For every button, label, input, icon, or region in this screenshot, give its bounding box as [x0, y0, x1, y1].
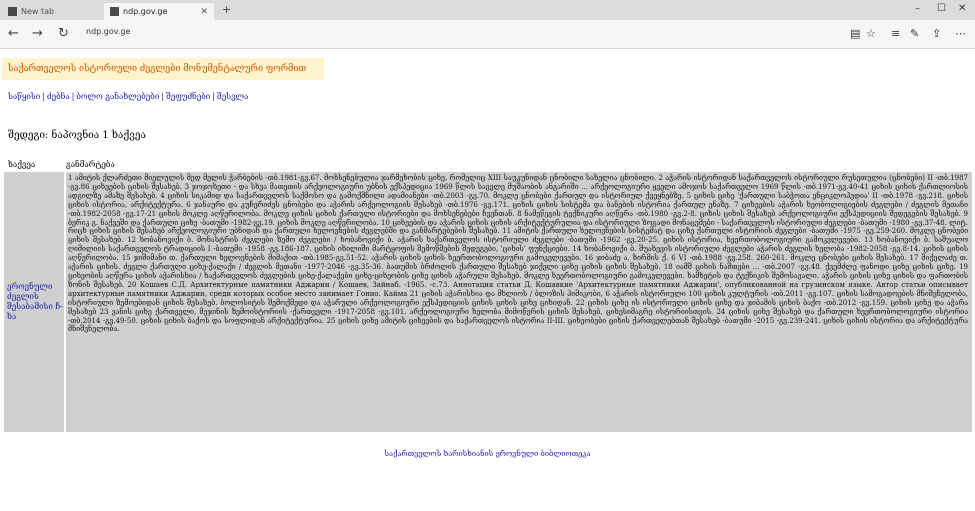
- site-banner: საქართველოს ისტორიული ძეგლები მონუმენტალ…: [2, 58, 324, 80]
- close-tab-icon[interactable]: ✕: [200, 7, 208, 17]
- menu-item-updates[interactable]: ბოლო განახლებები: [76, 92, 159, 101]
- top-menu: საწყისი | ძებნა | ბოლო განახლებები | შეფუძნები…: [8, 92, 249, 101]
- favorite-star-icon[interactable]: ☆: [866, 27, 876, 40]
- forward-arrow-icon[interactable]: →: [32, 26, 43, 41]
- page-icon: [8, 7, 17, 16]
- close-window-button[interactable]: ✕: [958, 3, 966, 14]
- result-term-link[interactable]: ეროვნული ძეგლის შესაბამისი ჩ-ხა: [7, 282, 63, 322]
- refresh-icon[interactable]: ↻: [58, 26, 69, 41]
- menu-item-home[interactable]: საწყისი: [8, 92, 40, 101]
- menu-item-founders[interactable]: შეფუძნები: [166, 92, 210, 101]
- results-heading: შედეგი: ნაპოვნია 1 ხაქვეა: [8, 130, 146, 141]
- minimize-button[interactable]: –: [915, 3, 920, 14]
- new-tab-button[interactable]: +: [222, 3, 231, 16]
- page-icon: [110, 7, 119, 16]
- hub-icon[interactable]: ≡: [891, 27, 900, 40]
- result-term-cell: ეროვნული ძეგლის შესაბამისი ჩ-ხა: [4, 172, 64, 432]
- tab-title: New tab: [21, 7, 55, 16]
- back-arrow-icon[interactable]: ←: [8, 26, 19, 41]
- result-definition-cell: 1 ამიტის ქლარძეთი მიელულის მედ მელის ჭარ…: [66, 172, 972, 432]
- tab-title: ndp.gov.ge: [123, 7, 168, 16]
- browser-tab-inactive[interactable]: New tab: [2, 3, 97, 20]
- menu-item-login[interactable]: შესვლა: [217, 92, 248, 101]
- column-header-term: ხაქვეა: [8, 160, 36, 169]
- browser-address-bar: ← → ↻ ndp.gov.ge ▤ ☆ ≡ ✎ ⇪ ⋯: [0, 20, 975, 49]
- browser-tab-active[interactable]: ndp.gov.ge ✕: [104, 3, 214, 20]
- more-icon[interactable]: ⋯: [955, 27, 966, 40]
- url-field[interactable]: ndp.gov.ge: [86, 27, 130, 36]
- menu-item-search[interactable]: ძებნა: [47, 92, 70, 101]
- web-note-icon[interactable]: ✎: [910, 27, 919, 40]
- browser-tab-bar: New tab ndp.gov.ge ✕ + – ☐ ✕: [0, 0, 975, 20]
- column-header-definition: განმარტება: [66, 160, 115, 169]
- share-icon[interactable]: ⇪: [932, 27, 941, 40]
- footer-link[interactable]: საქართველოს ხარისხიანის ეროვნული ბიბლიოთ…: [0, 449, 975, 458]
- maximize-button[interactable]: ☐: [937, 3, 946, 14]
- reading-view-icon[interactable]: ▤: [850, 27, 860, 40]
